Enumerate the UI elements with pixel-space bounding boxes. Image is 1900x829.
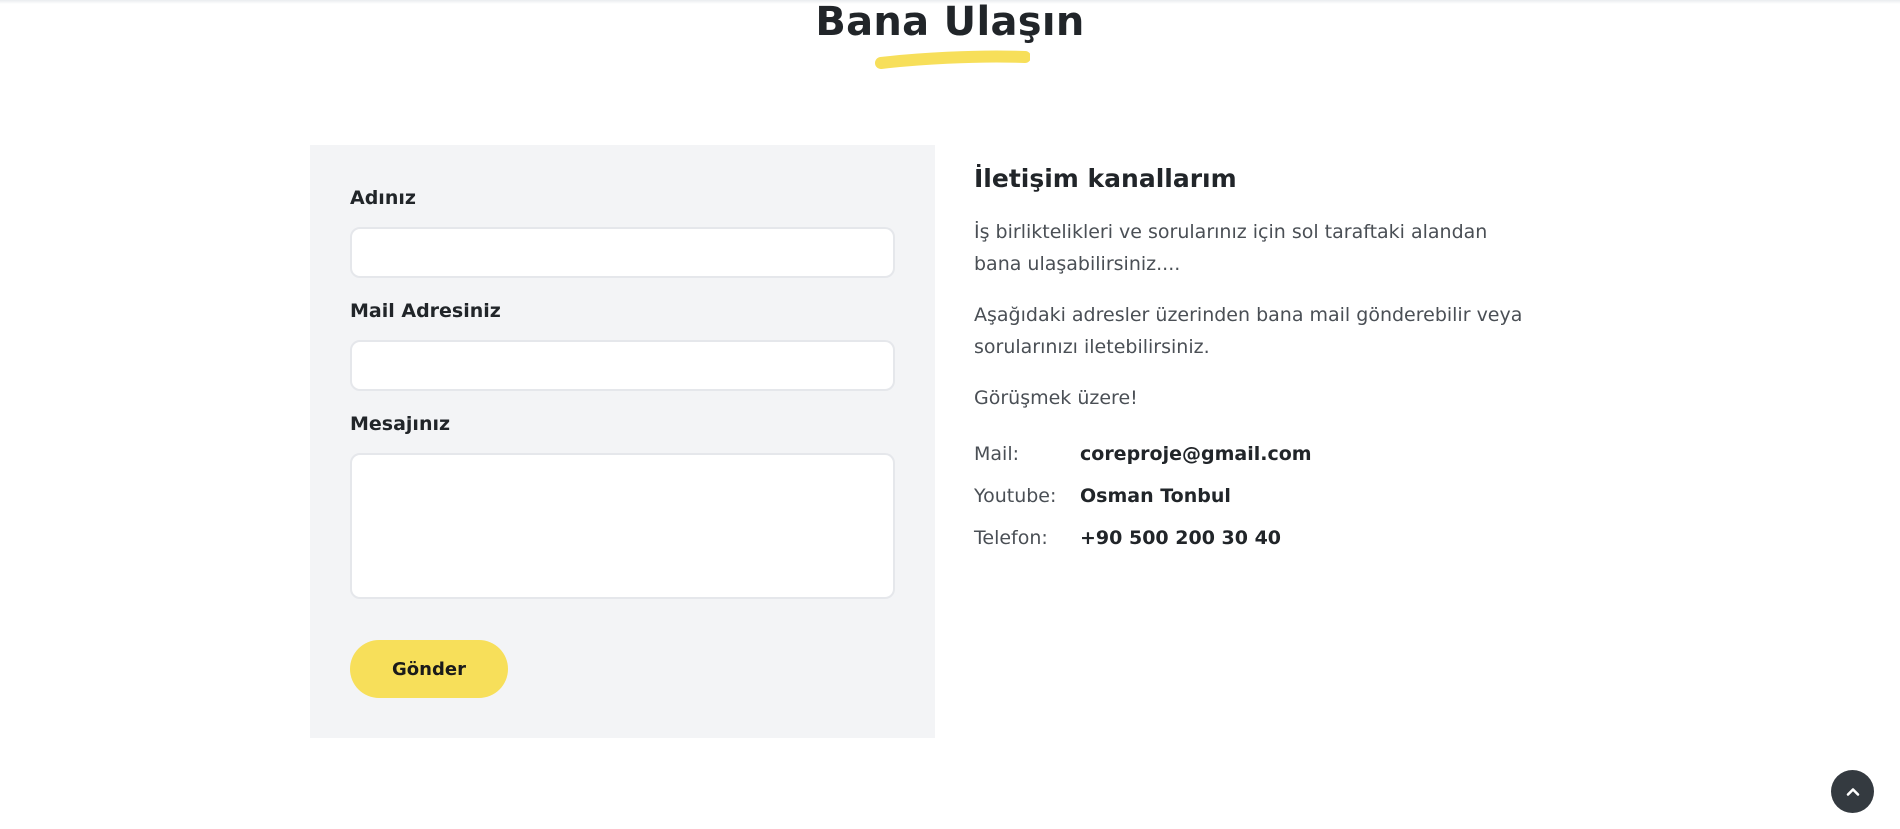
contact-row-phone: Telefon: +90 500 200 30 40 (974, 517, 1534, 559)
chevron-up-icon (1846, 787, 1859, 796)
email-label: Mail Adresiniz (350, 300, 501, 322)
name-input[interactable] (350, 227, 895, 278)
page-title: Bana Ulaşın (815, 0, 1085, 45)
contact-form: Adınız Mail Adresiniz Mesajınız Gönder (310, 145, 935, 738)
section-header: Bana Ulaşın (0, 0, 1900, 44)
email-input[interactable] (350, 340, 895, 391)
contact-row-mail: Mail: coreproje@gmail.com (974, 433, 1534, 475)
contact-value-youtube: Osman Tonbul (1080, 485, 1231, 507)
contact-key: Telefon: (974, 527, 1048, 549)
info-paragraph: İş birliktelikleri ve sorularınız için s… (974, 221, 1488, 275)
contact-key: Youtube: (974, 485, 1057, 507)
contact-info: İletişim kanallarım İş birliktelikleri v… (974, 160, 1534, 559)
contact-key: Mail: (974, 443, 1019, 465)
title-underline (875, 50, 1030, 69)
back-to-top-button[interactable] (1831, 770, 1874, 813)
message-label: Mesajınız (350, 413, 451, 435)
info-paragraph: Aşağıdaki adresler üzerinden bana mail g… (974, 304, 1523, 358)
submit-button[interactable]: Gönder (350, 640, 508, 698)
info-heading: İletişim kanallarım (974, 164, 1237, 193)
contact-value-phone: +90 500 200 30 40 (1080, 527, 1282, 549)
info-paragraph: Görüşmek üzere! (974, 387, 1138, 409)
name-label: Adınız (350, 187, 416, 209)
contact-value-mail: coreproje@gmail.com (1080, 443, 1312, 465)
message-textarea[interactable] (350, 453, 895, 599)
contact-row-youtube: Youtube: Osman Tonbul (974, 475, 1534, 517)
